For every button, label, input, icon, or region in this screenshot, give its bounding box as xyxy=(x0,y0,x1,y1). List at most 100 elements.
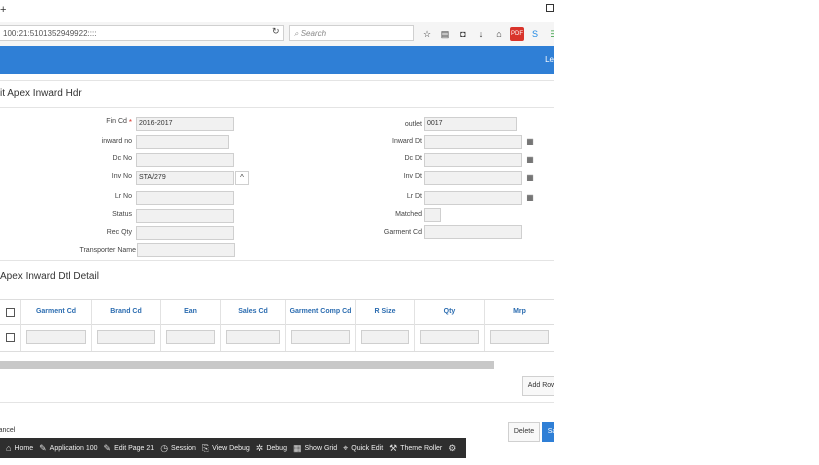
outlet-input[interactable]: 0017 xyxy=(424,117,517,131)
new-tab-icon[interactable]: + xyxy=(0,4,6,16)
lr-no-input[interactable] xyxy=(136,191,234,205)
col-r-size[interactable]: R Size xyxy=(355,300,414,324)
inward-dt-input[interactable] xyxy=(424,135,522,149)
brand-cd-cell-input[interactable] xyxy=(97,330,155,344)
extension-icon[interactable]: ∃ xyxy=(546,27,554,41)
table-row xyxy=(0,323,554,352)
row-checkbox[interactable] xyxy=(6,333,15,342)
qty-cell-input[interactable] xyxy=(420,330,479,344)
mrp-cell-input[interactable] xyxy=(490,330,549,344)
dc-no-input[interactable] xyxy=(136,153,234,167)
grid-horizontal-scrollbar[interactable] xyxy=(0,361,494,369)
matched-input[interactable] xyxy=(424,208,441,222)
rec-qty-input[interactable] xyxy=(136,226,234,240)
browser-toolbar: 100:21:5101352949922:::: ↻ ⌕ Search ☆ ▤ … xyxy=(0,22,554,47)
search-input[interactable]: ⌕ Search xyxy=(289,25,414,41)
rec-qty-label: Rec Qty xyxy=(106,229,132,236)
apex-header-bar: Le xyxy=(0,46,554,74)
reading-list-icon[interactable]: ▤ xyxy=(438,27,452,41)
header-region-title: it Apex Inward Hdr xyxy=(0,88,82,99)
detail-region-title: Apex Inward Dtl Detail xyxy=(0,271,99,282)
dev-session[interactable]: ◷ Session xyxy=(160,443,196,454)
col-sales-cd[interactable]: Sales Cd xyxy=(220,300,285,324)
skype-icon[interactable]: S xyxy=(528,27,542,41)
cell-r-size xyxy=(355,323,414,351)
search-placeholder: Search xyxy=(300,29,327,38)
window-titlebar: + xyxy=(0,0,554,22)
inv-no-input[interactable]: STA/279 xyxy=(136,171,234,185)
sales-cd-cell-input[interactable] xyxy=(226,330,280,344)
save-button[interactable]: Sa xyxy=(542,422,554,442)
dev-home[interactable]: ⌂ Home xyxy=(6,443,33,453)
dev-view-debug[interactable]: ⎘ View Debug xyxy=(202,443,250,454)
dev-theme-roller[interactable]: ⚒ Theme Roller xyxy=(389,443,442,454)
bottom-strip xyxy=(0,458,554,465)
r-size-cell-input[interactable] xyxy=(361,330,409,344)
status-label: Status xyxy=(112,211,132,218)
fin-cd-input[interactable]: 2016-2017 xyxy=(136,117,234,131)
dev-edit-page[interactable]: ✎ Edit Page 21 xyxy=(104,443,155,454)
col-mrp[interactable]: Mrp xyxy=(484,300,554,324)
download-icon[interactable]: ↓ xyxy=(474,27,488,41)
lr-no-label: Lr No xyxy=(114,193,132,200)
dc-no-label: Dc No xyxy=(112,155,132,162)
reload-icon[interactable]: ↻ xyxy=(272,26,280,37)
fin-cd-label: Fin Cd * xyxy=(106,118,132,127)
col-garment-cd[interactable]: Garment Cd xyxy=(20,300,91,324)
dc-dt-label: Dc Dt xyxy=(404,155,423,162)
inv-dt-input[interactable] xyxy=(424,171,522,185)
search-icon: ⌕ xyxy=(294,29,299,38)
lr-dt-input[interactable] xyxy=(424,191,522,205)
pdf-icon[interactable]: PDF xyxy=(510,27,524,41)
user-menu[interactable]: Le xyxy=(545,55,554,64)
cell-sales-cd xyxy=(220,323,285,351)
paint-roller-icon: ⚒ xyxy=(389,442,398,453)
col-garment-comp-cd[interactable]: Garment Comp Cd xyxy=(285,300,355,324)
cell-brand-cd xyxy=(91,323,160,351)
required-marker: * xyxy=(128,118,132,127)
delete-button[interactable]: Delete xyxy=(508,422,540,442)
transporter-name-input[interactable] xyxy=(137,243,235,257)
view-debug-icon: ⎘ xyxy=(201,442,210,453)
col-brand-cd[interactable]: Brand Cd xyxy=(91,300,160,324)
garment-cd-input[interactable] xyxy=(424,225,522,239)
region-top-divider xyxy=(0,80,554,81)
select-all-checkbox[interactable] xyxy=(6,308,15,317)
home-icon: ⌂ xyxy=(6,443,12,453)
ean-cell-input[interactable] xyxy=(166,330,215,344)
dev-debug[interactable]: ✲ Debug xyxy=(256,443,287,454)
dev-application[interactable]: ✎ Application 100 xyxy=(39,443,97,454)
inward-dt-label: Inward Dt xyxy=(392,138,422,145)
restore-window-icon[interactable] xyxy=(546,4,554,12)
cell-garment-comp-cd xyxy=(285,323,355,351)
home-icon[interactable]: ⌂ xyxy=(492,27,506,41)
dc-dt-calendar-icon[interactable]: ▦ xyxy=(524,154,536,166)
add-row-button[interactable]: Add Row xyxy=(522,376,554,396)
cell-garment-cd xyxy=(20,323,91,351)
browser-window: + 100:21:5101352949922:::: ↻ ⌕ Search ☆ … xyxy=(0,0,554,465)
region-title-divider xyxy=(0,107,554,108)
inv-dt-calendar-icon[interactable]: ▦ xyxy=(524,172,536,184)
developer-toolbar: ⌂ Home ✎ Application 100 ✎ Edit Page 21 ◷ Se… xyxy=(0,438,466,458)
dc-dt-input[interactable] xyxy=(424,153,522,167)
address-bar[interactable]: 100:21:5101352949922:::: xyxy=(0,25,284,41)
edit-icon: ✎ xyxy=(103,442,112,453)
dev-settings[interactable]: ⚙ xyxy=(448,443,459,454)
pocket-icon[interactable]: ◘ xyxy=(456,27,470,41)
inward-dt-calendar-icon[interactable]: ▦ xyxy=(524,136,536,148)
inward-no-label: inward no xyxy=(101,138,132,145)
grid-icon: ▦ xyxy=(292,442,302,453)
inv-no-lookup-button[interactable]: ^ xyxy=(235,171,249,185)
garment-comp-cd-cell-input[interactable] xyxy=(291,330,350,344)
dev-show-grid[interactable]: ▦ Show Grid xyxy=(293,443,337,454)
lr-dt-calendar-icon[interactable]: ▦ xyxy=(524,192,536,204)
star-icon[interactable]: ☆ xyxy=(420,27,434,41)
dev-quick-edit[interactable]: ⌖ Quick Edit xyxy=(343,443,383,454)
col-ean[interactable]: Ean xyxy=(160,300,220,324)
garment-cd-cell-input[interactable] xyxy=(26,330,86,344)
garment-cd-label: Garment Cd xyxy=(383,229,422,236)
inward-no-input[interactable] xyxy=(136,135,229,149)
browser-toolbar-icons: ☆ ▤ ◘ ↓ ⌂ PDF S ∃ xyxy=(420,27,554,41)
col-qty[interactable]: Qty xyxy=(414,300,484,324)
status-input[interactable] xyxy=(136,209,234,223)
